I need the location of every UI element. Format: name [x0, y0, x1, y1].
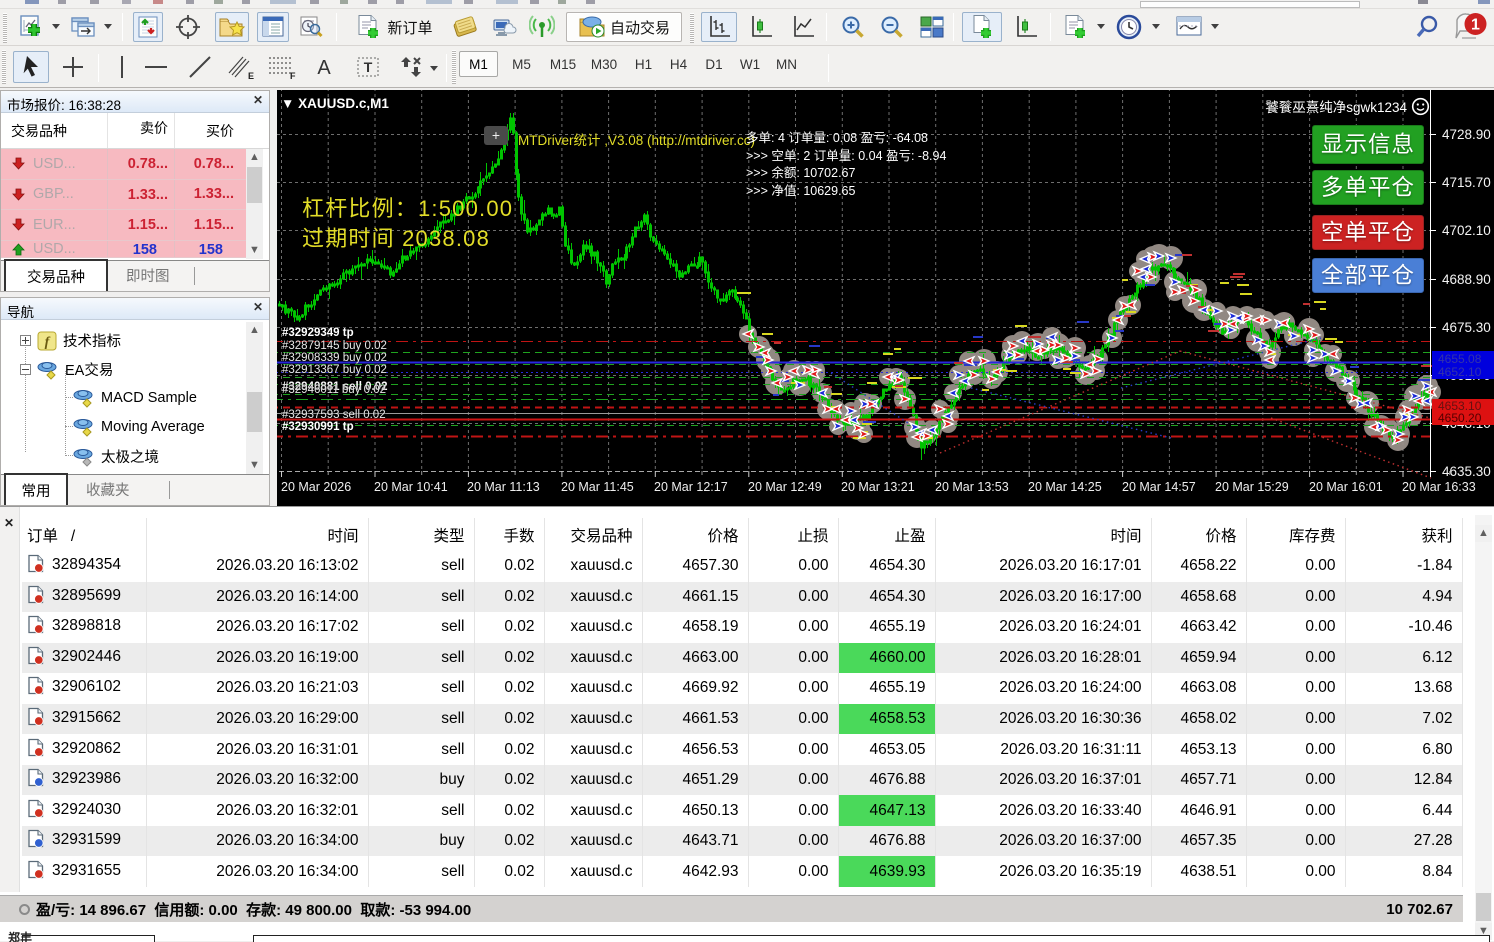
svg-text:4728.90: 4728.90	[1442, 127, 1491, 142]
svg-text:4650.20: 4650.20	[1438, 411, 1482, 425]
svg-text:E: E	[248, 71, 254, 81]
svg-text:4652.10: 4652.10	[1438, 365, 1482, 379]
svg-text:20 Mar 2026: 20 Mar 2026	[281, 480, 351, 494]
svg-text:4702.10: 4702.10	[1442, 223, 1491, 238]
svg-text:20 Mar 15:29: 20 Mar 15:29	[1215, 480, 1289, 494]
svg-text:F: F	[290, 71, 296, 81]
svg-text:20 Mar 16:33: 20 Mar 16:33	[1402, 480, 1476, 494]
svg-text:20 Mar 12:17: 20 Mar 12:17	[654, 480, 728, 494]
svg-text:4715.70: 4715.70	[1442, 175, 1491, 190]
svg-text:20 Mar 11:13: 20 Mar 11:13	[467, 480, 540, 494]
svg-text:20 Mar 11:45: 20 Mar 11:45	[561, 480, 634, 494]
svg-text:20 Mar 12:49: 20 Mar 12:49	[748, 480, 822, 494]
svg-text:T: T	[364, 59, 373, 75]
svg-text:20 Mar 14:57: 20 Mar 14:57	[1122, 480, 1196, 494]
svg-text:20 Mar 13:21: 20 Mar 13:21	[841, 480, 915, 494]
svg-text:20 Mar 13:53: 20 Mar 13:53	[935, 480, 1009, 494]
svg-text:1: 1	[1471, 17, 1480, 34]
svg-text:4688.90: 4688.90	[1442, 272, 1491, 287]
svg-text:4655.08: 4655.08	[1438, 352, 1482, 366]
svg-text:20 Mar 16:01: 20 Mar 16:01	[1309, 480, 1383, 494]
svg-text:20 Mar 14:25: 20 Mar 14:25	[1028, 480, 1102, 494]
svg-text:4675.30: 4675.30	[1442, 320, 1491, 335]
svg-text:20 Mar 10:41: 20 Mar 10:41	[374, 480, 448, 494]
svg-text:A: A	[317, 57, 331, 79]
